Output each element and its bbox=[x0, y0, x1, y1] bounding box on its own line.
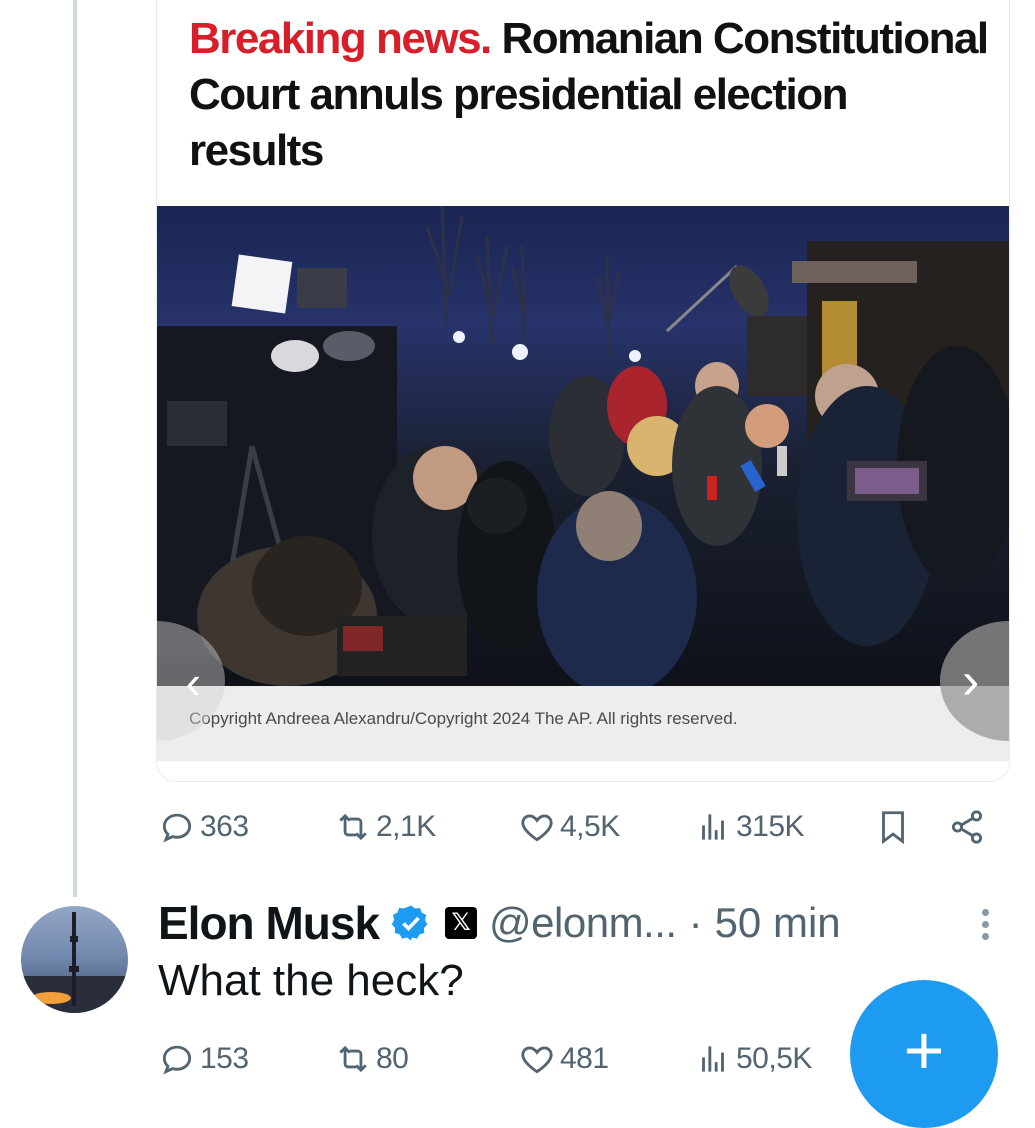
comment-icon bbox=[162, 813, 192, 843]
verified-badge-icon bbox=[391, 905, 428, 941]
x-affiliation-icon: 𝕏 bbox=[445, 907, 478, 939]
views-icon bbox=[702, 814, 724, 840]
reply-action[interactable]: 363 bbox=[158, 808, 249, 846]
chevron-left-icon: ‹ bbox=[185, 656, 201, 708]
views-action[interactable]: 315K bbox=[694, 808, 805, 846]
comment-icon bbox=[162, 1045, 192, 1075]
bookmark-icon bbox=[882, 811, 904, 845]
avatar[interactable] bbox=[21, 906, 128, 1013]
views-icon bbox=[702, 1046, 724, 1072]
reply-action[interactable]: 153 bbox=[158, 1040, 249, 1078]
compose-fab-button[interactable]: + bbox=[850, 980, 998, 1128]
like-count: 4,5K bbox=[560, 810, 620, 843]
author-handle[interactable]: @elonm... bbox=[489, 899, 677, 947]
reply-count: 153 bbox=[200, 1042, 249, 1075]
like-action[interactable]: 481 bbox=[518, 1040, 609, 1078]
dot-separator: · bbox=[688, 899, 703, 946]
chevron-right-icon: › bbox=[962, 652, 980, 710]
article-photo[interactable]: i bbox=[157, 206, 1009, 686]
repost-count: 2,1K bbox=[376, 810, 436, 843]
repost-icon bbox=[339, 1045, 367, 1073]
reply-header: Elon Musk 𝕏 @elonm... · 50 min bbox=[158, 893, 841, 953]
author-name[interactable]: Elon Musk bbox=[158, 896, 380, 950]
views-count: 315K bbox=[736, 810, 805, 843]
share-button[interactable] bbox=[948, 808, 986, 846]
repost-icon bbox=[339, 813, 367, 841]
views-count: 50,5K bbox=[736, 1042, 812, 1075]
article-headline: Breaking news. Romanian Constitutional C… bbox=[189, 11, 989, 179]
avatar-tower-image bbox=[21, 912, 128, 1013]
more-options-icon[interactable] bbox=[975, 906, 995, 946]
repost-action[interactable]: 2,1K bbox=[334, 808, 436, 846]
reply-count: 363 bbox=[200, 810, 249, 843]
thread-connector-line bbox=[73, 0, 77, 897]
repost-count: 80 bbox=[376, 1042, 409, 1075]
post-time[interactable]: 50 min bbox=[715, 899, 841, 947]
headline-accent: Breaking news. bbox=[189, 14, 492, 63]
repost-action[interactable]: 80 bbox=[334, 1040, 409, 1078]
press-scrum-illustration bbox=[157, 206, 1009, 686]
heart-icon bbox=[521, 1046, 553, 1074]
bookmark-button[interactable] bbox=[874, 808, 912, 846]
photo-caption: Copyright Andreea Alexandru/Copyright 20… bbox=[157, 686, 1009, 761]
post-action-bar: 363 2,1K 4,5K 315K bbox=[158, 808, 998, 852]
like-count: 481 bbox=[560, 1042, 609, 1075]
like-action[interactable]: 4,5K bbox=[518, 808, 620, 846]
article-card[interactable]: Breaking news. Romanian Constitutional C… bbox=[156, 0, 1010, 782]
reply-text: What the heck? bbox=[158, 956, 464, 1005]
views-action[interactable]: 50,5K bbox=[694, 1040, 812, 1078]
share-icon bbox=[951, 810, 983, 844]
heart-icon bbox=[521, 814, 553, 842]
